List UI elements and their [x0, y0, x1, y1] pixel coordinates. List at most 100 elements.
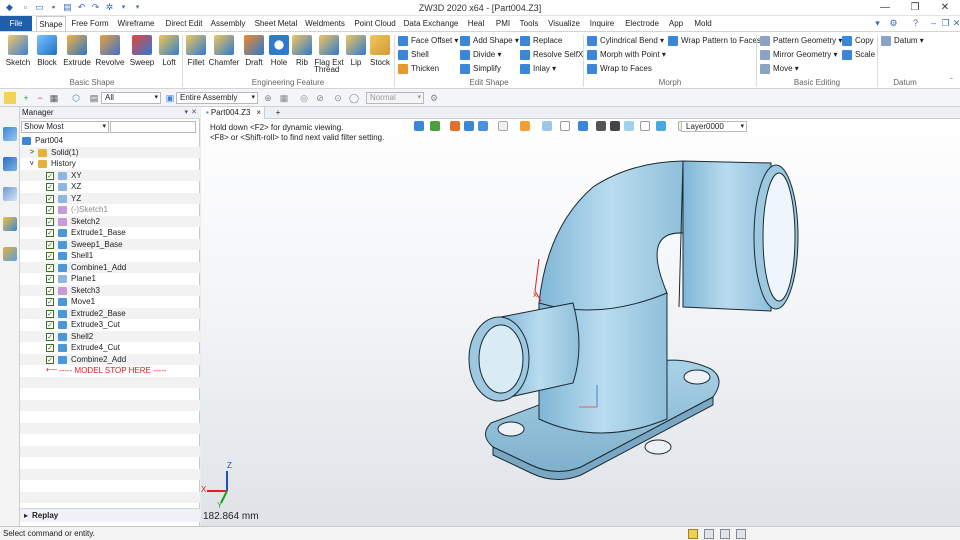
- pin-icon[interactable]: ▾: [184, 107, 188, 119]
- scale-button[interactable]: Scale: [842, 49, 875, 61]
- visibility-checkbox[interactable]: ✓: [46, 217, 54, 226]
- tab-tools[interactable]: Tools: [516, 16, 542, 31]
- remove-icon[interactable]: −: [34, 92, 46, 104]
- sweep-button[interactable]: Sweep: [128, 35, 156, 67]
- tab-wireframe[interactable]: Wireframe: [114, 16, 158, 31]
- tab-visualize[interactable]: Visualize: [546, 16, 582, 31]
- file-menu[interactable]: File: [0, 16, 32, 31]
- filter-icon[interactable]: ▤: [88, 92, 100, 104]
- filter-list-icon[interactable]: ▦: [48, 92, 60, 104]
- tree-row[interactable]: ✓ Combine1_Add: [20, 261, 200, 273]
- tree-row[interactable]: ✓ XZ: [20, 181, 200, 193]
- search-input[interactable]: [110, 121, 196, 133]
- tree-row[interactable]: ✓ Extrude3_Cut: [20, 319, 200, 331]
- grid-toggle-icon[interactable]: [688, 529, 698, 539]
- settings-icon[interactable]: ⚙: [428, 92, 440, 104]
- tab-weldments[interactable]: Weldments: [302, 16, 348, 31]
- divide-button[interactable]: Divide ▾: [460, 49, 501, 61]
- filter-select[interactable]: All ▾: [101, 92, 161, 104]
- manager-icon[interactable]: [3, 127, 17, 141]
- ribbon-restore-icon[interactable]: ❐: [940, 18, 951, 29]
- tree-row[interactable]: > Solid(1): [20, 146, 200, 159]
- circle-icon[interactable]: ◯: [348, 92, 360, 104]
- shell-button[interactable]: Shell: [398, 49, 429, 61]
- tree-row[interactable]: ✓ Shell2: [20, 330, 200, 342]
- full-view-icon[interactable]: [736, 529, 746, 539]
- visibility-checkbox[interactable]: ✓: [46, 344, 54, 352]
- thicken-button[interactable]: Thicken: [398, 63, 439, 75]
- move-button[interactable]: Move ▾: [760, 63, 799, 75]
- tree-row[interactable]: ✓ Sweep1_Base: [20, 238, 200, 250]
- tree-row[interactable]: ✓ Extrude1_Base: [20, 227, 200, 239]
- resolve-selfx-button[interactable]: Resolve SelfX: [520, 49, 583, 61]
- visibility-checkbox[interactable]: ✓: [46, 183, 54, 191]
- tree-row[interactable]: ✓ Sketch3: [20, 284, 200, 296]
- visibility-checkbox[interactable]: ✓: [46, 194, 54, 203]
- morph-with-point-button[interactable]: Morph with Point ▾: [587, 49, 666, 61]
- pattern-geometry-button[interactable]: Pattern Geometry ▾: [760, 35, 842, 47]
- visibility-checkbox[interactable]: ✓: [46, 332, 54, 341]
- tree-row[interactable]: ✓ (-)Sketch1: [20, 204, 200, 216]
- scope-select[interactable]: Entire Assembly ▾: [176, 92, 258, 104]
- tree-row[interactable]: ✓ Shell1: [20, 250, 200, 262]
- revolve-button[interactable]: Revolve: [94, 35, 126, 67]
- tab-direct-edit[interactable]: Direct Edit: [162, 16, 206, 31]
- sketch-button[interactable]: Sketch: [4, 35, 32, 67]
- tab-point-cloud[interactable]: Point Cloud: [352, 16, 398, 31]
- restore-button[interactable]: ❐: [900, 0, 930, 16]
- tab-free-form[interactable]: Free Form: [70, 16, 110, 31]
- graphics-viewport[interactable]: ▪ Part004.Z3 × + Hold down <F2> for dynam…: [201, 107, 960, 526]
- line-icon[interactable]: ⊘: [314, 92, 326, 104]
- add-shape-button[interactable]: Add Shape ▾: [460, 35, 519, 47]
- visibility-checkbox[interactable]: ✓: [46, 263, 54, 272]
- tab-pmi[interactable]: PMI: [492, 16, 514, 31]
- minimize-button[interactable]: —: [870, 0, 900, 16]
- close-button[interactable]: ✕: [930, 0, 960, 16]
- block-button[interactable]: Block: [34, 35, 60, 67]
- collapse-icon[interactable]: v: [30, 158, 34, 170]
- pick-icon[interactable]: [4, 92, 16, 104]
- tab-heal[interactable]: Heal: [464, 16, 488, 31]
- tab-app[interactable]: App: [666, 16, 686, 31]
- wrap-pattern-to-faces-button[interactable]: Wrap Pattern to Faces: [668, 35, 761, 47]
- grid-icon[interactable]: ▦: [278, 92, 290, 104]
- lip-button[interactable]: Lip: [346, 35, 366, 67]
- tree-row[interactable]: Part004: [20, 135, 200, 147]
- flag-ext-button[interactable]: Flag Ext: [314, 35, 344, 67]
- hexagon-icon[interactable]: ⬡: [70, 92, 82, 104]
- mode-select[interactable]: Normal ▾: [366, 92, 424, 104]
- tree-row[interactable]: ✓ Plane1: [20, 273, 200, 285]
- thread-button[interactable]: Thread: [314, 64, 339, 76]
- tree-row[interactable]: v History: [20, 158, 200, 170]
- show-filter-select[interactable]: Show Most ▾: [21, 121, 109, 133]
- visibility-checkbox[interactable]: ✓: [46, 206, 54, 214]
- visibility-checkbox[interactable]: ✓: [46, 286, 54, 295]
- visibility-checkbox[interactable]: ✓: [46, 321, 54, 329]
- chamfer-button[interactable]: Chamfer: [208, 35, 240, 67]
- rib-button[interactable]: Rib: [292, 35, 312, 67]
- window-layout-icon[interactable]: [704, 529, 714, 539]
- tree-row[interactable]: ✓ Move1: [20, 296, 200, 308]
- help-icon[interactable]: ?: [910, 18, 921, 29]
- replay-bar[interactable]: ▸ Replay: [20, 508, 200, 522]
- tree-row[interactable]: ⟵ ----- MODEL STOP HERE -----: [20, 365, 200, 377]
- collapse-ribbon-icon[interactable]: ˆ: [946, 76, 957, 87]
- tab-inquire[interactable]: Inquire: [586, 16, 618, 31]
- fillet-button[interactable]: Fillet: [184, 35, 208, 67]
- tree-row[interactable]: ✓ Combine2_Add: [20, 353, 200, 365]
- history-icon[interactable]: [3, 187, 17, 201]
- extrude-button[interactable]: Extrude: [62, 35, 92, 67]
- inlay-button[interactable]: Inlay ▾: [520, 63, 556, 75]
- visibility-checkbox[interactable]: ✓: [46, 171, 54, 180]
- ribbon-minimize-icon[interactable]: –: [928, 18, 939, 29]
- paint-icon[interactable]: ▾: [872, 18, 883, 29]
- tab-data-exchange[interactable]: Data Exchange: [402, 16, 460, 31]
- point-icon[interactable]: ◎: [298, 92, 310, 104]
- tab-electrode[interactable]: Electrode: [622, 16, 662, 31]
- add-icon[interactable]: +: [20, 92, 32, 104]
- wrap-to-faces-button[interactable]: Wrap to Faces: [587, 63, 652, 75]
- copy-button[interactable]: Copy: [842, 35, 874, 47]
- expand-icon[interactable]: >: [30, 147, 34, 159]
- snap-icon[interactable]: ⊕: [262, 92, 274, 104]
- visibility-checkbox[interactable]: ✓: [46, 252, 54, 260]
